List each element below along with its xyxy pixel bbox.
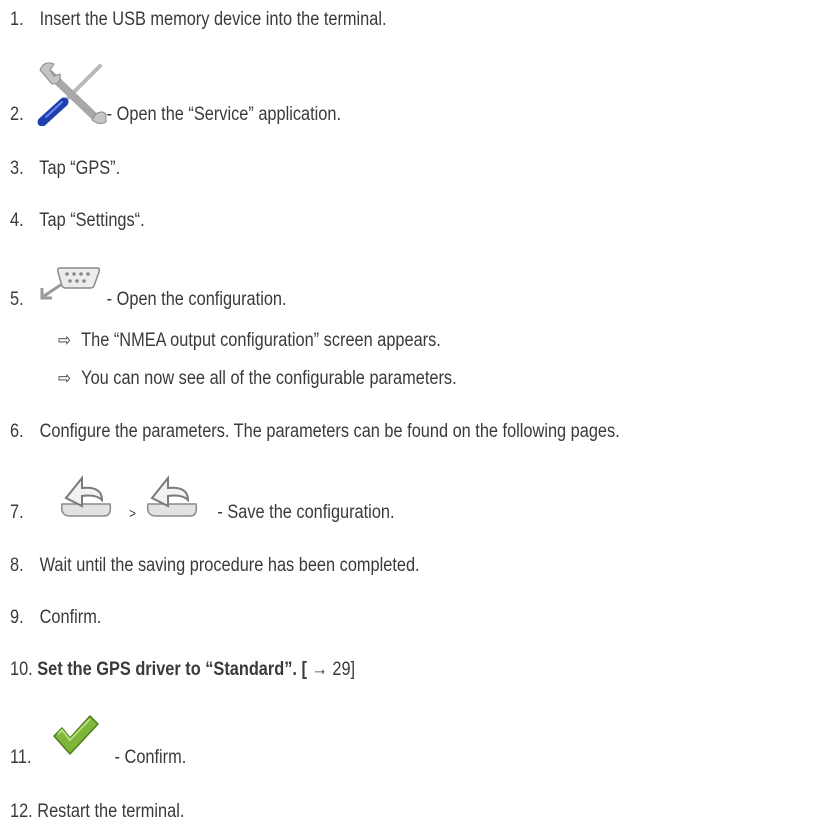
step-text: Configure the parameters. The parameters… — [39, 421, 620, 442]
step-number: 1. — [10, 9, 24, 30]
step-text: Set the GPS driver to “Standard”. [ — [37, 659, 307, 680]
step-text: Tap “Settings“. — [39, 210, 145, 231]
step-text: - Open the “Service” application. — [106, 104, 342, 125]
step-number: 8. — [10, 555, 24, 576]
step-number: 12. — [10, 801, 33, 822]
result-arrow-icon: ⇨ — [58, 330, 71, 350]
result-text: The “NMEA output configuration” screen a… — [81, 330, 441, 351]
step-number: 7. — [10, 502, 24, 523]
step-number: 10. — [10, 659, 33, 680]
step-number: 11. — [10, 747, 32, 768]
step-separator: > — [129, 505, 137, 521]
step-number: 2. — [10, 104, 24, 125]
step-9: 9. Confirm. — [10, 606, 101, 630]
result-arrow-icon: ⇨ — [58, 368, 71, 388]
page-reference-link[interactable]: 29] — [332, 659, 355, 680]
step-12: 12. Restart the terminal. — [10, 800, 184, 824]
step-text: Confirm. — [39, 607, 102, 628]
step-8: 8. Wait until the saving procedure has b… — [10, 554, 420, 578]
step-2: 2. - Open the “Service” application. — [10, 103, 341, 127]
step-text: Restart the terminal. — [37, 801, 185, 822]
result-1: ⇨ The “NMEA output configuration” screen… — [58, 328, 441, 353]
step-4: 4. Tap “Settings“. — [10, 209, 145, 233]
step-1: 1. Insert the USB memory device into the… — [10, 8, 387, 32]
step-number: 9. — [10, 607, 24, 628]
step-5: 5. - Open the configuration. — [10, 288, 287, 312]
step-text: Insert the USB memory device into the te… — [39, 9, 387, 30]
result-2: ⇨ You can now see all of the configurabl… — [58, 366, 457, 391]
step-11: 11. - Confirm. — [10, 746, 186, 770]
step-number: 5. — [10, 289, 24, 310]
step-3: 3. Tap “GPS”. — [10, 157, 120, 181]
instruction-document: 1. Insert the USB memory device into the… — [0, 0, 822, 825]
step-number: 4. — [10, 210, 24, 231]
step-7: 7. > - Save the configuration. — [10, 501, 395, 525]
step-6: 6. Configure the parameters. The paramet… — [10, 420, 620, 444]
link-arrow-icon: → — [311, 659, 328, 680]
step-number: 3. — [10, 158, 24, 179]
step-text: - Save the configuration. — [217, 502, 395, 523]
step-text: - Open the configuration. — [106, 289, 287, 310]
step-text: Tap “GPS”. — [39, 158, 121, 179]
step-number: 6. — [10, 421, 24, 442]
step-text: Wait until the saving procedure has been… — [39, 555, 420, 576]
step-10: 10. Set the GPS driver to “Standard”. [ … — [10, 658, 355, 682]
step-text: - Confirm. — [114, 747, 187, 768]
result-text: You can now see all of the configurable … — [81, 368, 457, 389]
